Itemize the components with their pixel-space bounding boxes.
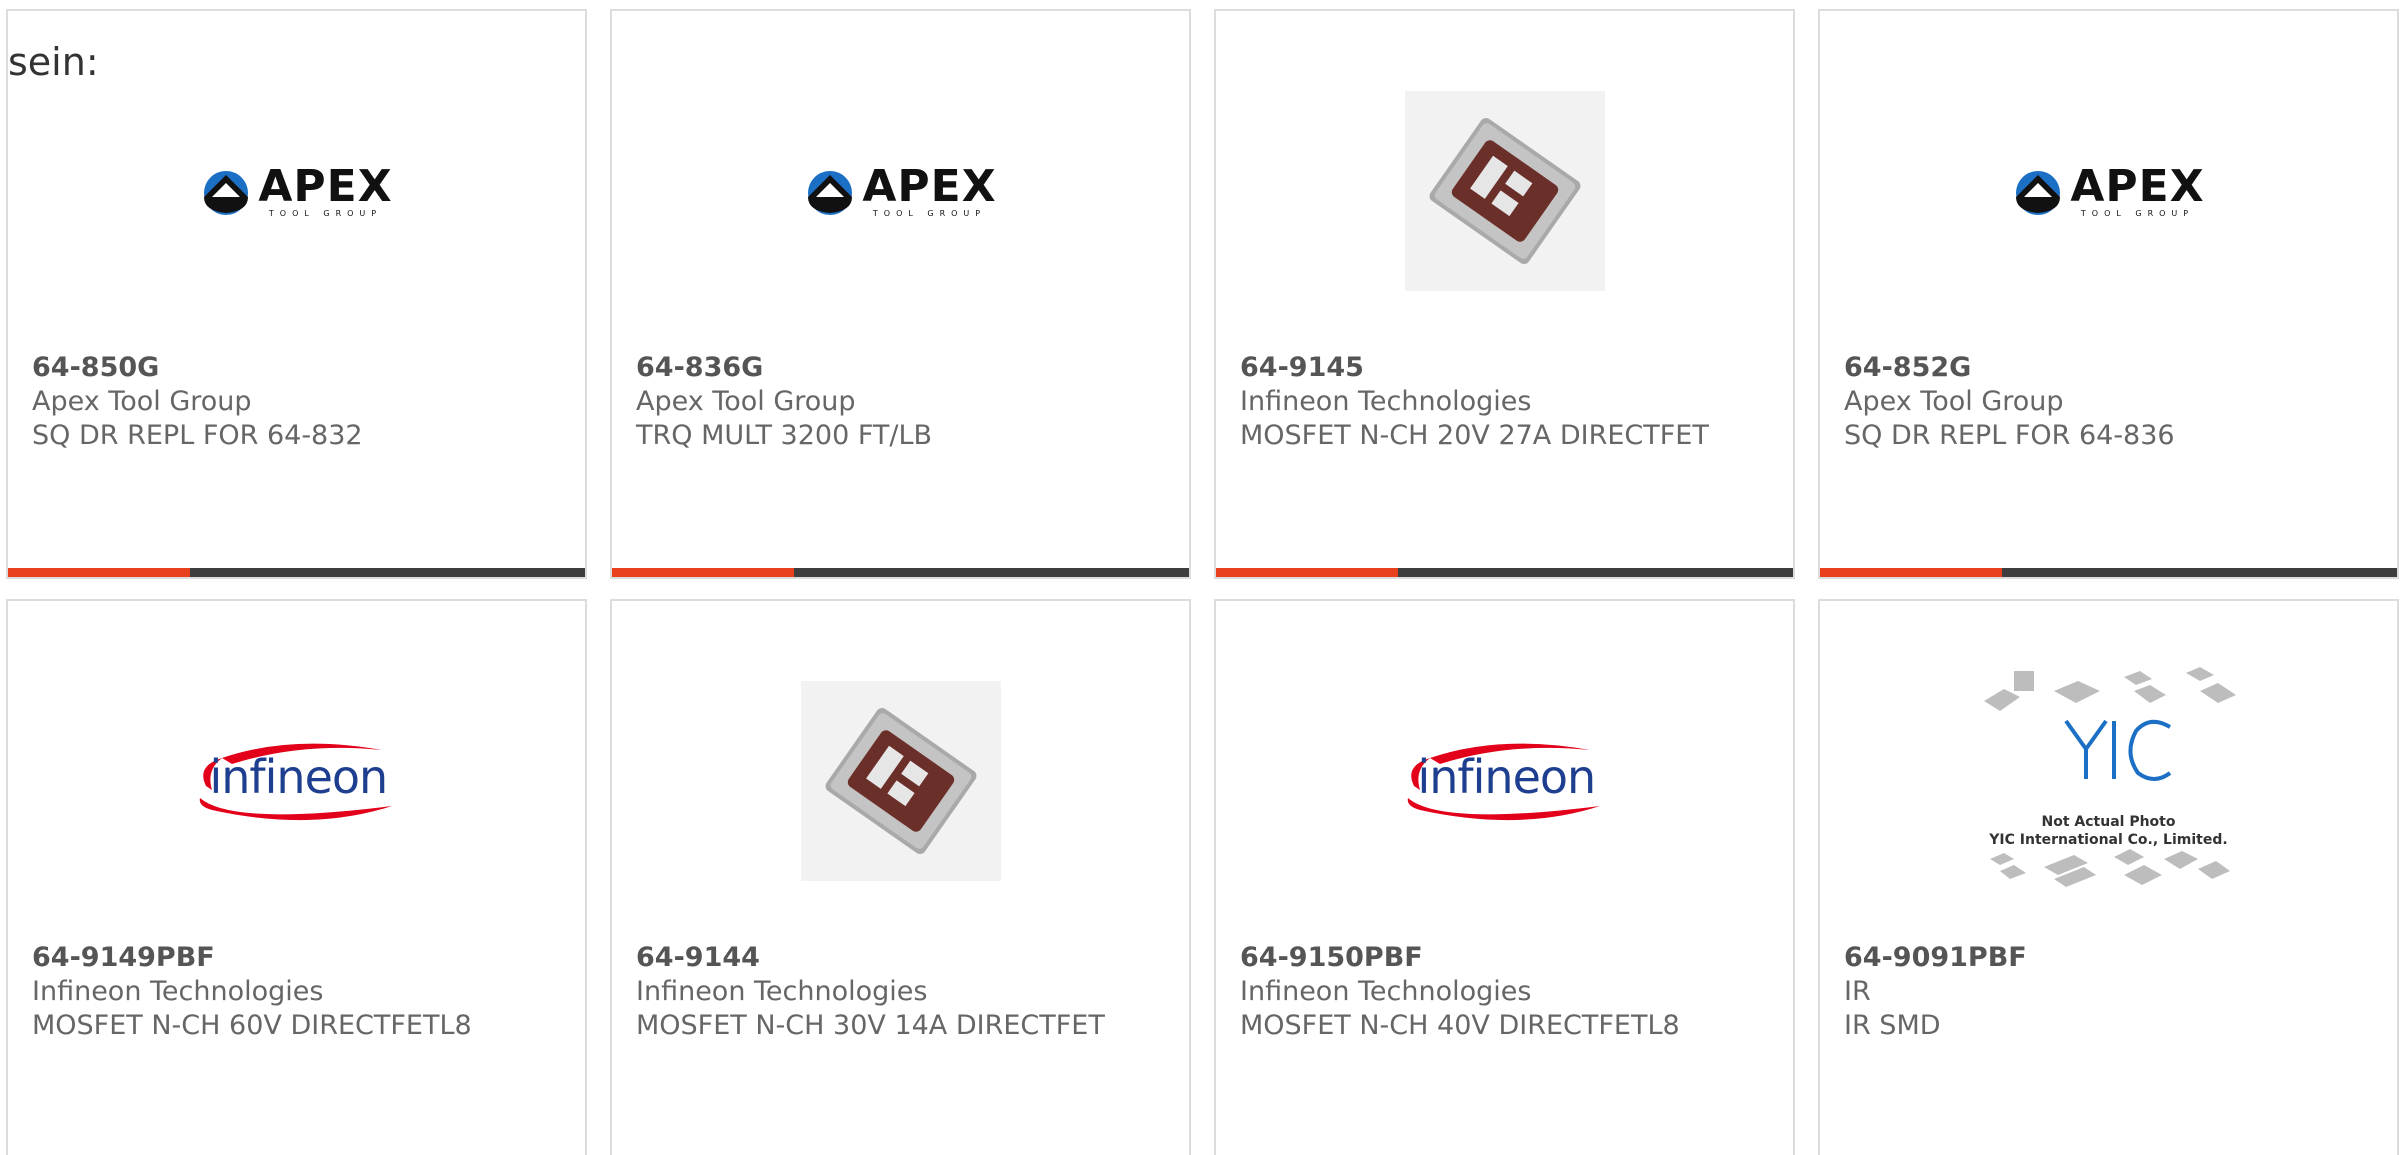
part-number[interactable]: 64-852G [1844, 351, 2373, 385]
manufacturer-name: Infineon Technologies [1240, 976, 1532, 1007]
manufacturer-name: Apex Tool Group [636, 386, 856, 417]
apex-logo-icon: APEX TOOL GROUP [8, 71, 585, 311]
product-description: SQ DR REPL FOR 64-836 [1844, 420, 2175, 451]
apex-logo-icon: APEX TOOL GROUP [1820, 71, 2397, 311]
intro-text: sein: [8, 40, 99, 84]
product-card[interactable]: infineon 64-9149PBF Infineon Technologie… [6, 599, 587, 1155]
product-card[interactable]: infineon 64-9150PBF Infineon Technologie… [1214, 599, 1795, 1155]
yic-caption-line1: Not Actual Photo [2041, 814, 2176, 830]
part-number[interactable]: 64-9145 [1240, 351, 1769, 385]
product-card[interactable]: 64-9144 Infineon Technologies MOSFET N-C… [610, 599, 1191, 1155]
product-description: SQ DR REPL FOR 64-832 [32, 420, 363, 451]
card-bottom-bar [1216, 568, 1793, 577]
chips-collage-icon [1983, 667, 2236, 887]
part-number[interactable]: 64-850G [32, 351, 561, 385]
manufacturer-name: Infineon Technologies [1240, 386, 1532, 417]
yic-caption-line2: YIC International Co., Limited. [1989, 832, 2228, 848]
product-description: MOSFET N-CH 60V DIRECTFETL8 [32, 1010, 472, 1041]
apex-mark-icon [2016, 171, 2061, 215]
infineon-logo-icon: infineon [1216, 661, 1793, 901]
manufacturer-name: Apex Tool Group [32, 386, 252, 417]
apex-mark-icon [808, 171, 853, 215]
infineon-logo-icon: infineon [8, 661, 585, 901]
product-description: MOSFET N-CH 40V DIRECTFETL8 [1240, 1010, 1680, 1041]
directfet-package-icon [612, 661, 1189, 901]
product-description: IR SMD [1844, 1010, 1941, 1041]
part-number[interactable]: 64-9149PBF [32, 941, 561, 975]
directfet-chip-icon [800, 681, 1001, 881]
manufacturer-name: Infineon Technologies [32, 976, 324, 1007]
product-card[interactable]: APEX TOOL GROUP 64-850G Apex Tool Group … [6, 9, 587, 579]
card-bottom-bar [1820, 568, 2397, 577]
apex-logo-icon: APEX TOOL GROUP [612, 71, 1189, 311]
part-number[interactable]: 64-9150PBF [1240, 941, 1769, 975]
product-description: MOSFET N-CH 20V 27A DIRECTFET [1240, 420, 1709, 451]
product-grid-page: sein: APEX TOOL GROUP 64-850G Apex Tool … [0, 0, 2400, 1155]
product-card[interactable]: 64-9145 Infineon Technologies MOSFET N-C… [1214, 9, 1795, 579]
card-bottom-bar [8, 568, 585, 577]
product-card[interactable]: APEX TOOL GROUP 64-852G Apex Tool Group … [1818, 9, 2399, 579]
part-number[interactable]: 64-9144 [636, 941, 1165, 975]
product-description: MOSFET N-CH 30V 14A DIRECTFET [636, 1010, 1105, 1041]
directfet-chip-icon [1404, 91, 1605, 291]
product-card[interactable]: Not Actual Photo YIC International Co., … [1818, 599, 2399, 1155]
directfet-package-icon [1216, 71, 1793, 311]
manufacturer-name: Apex Tool Group [1844, 386, 2064, 417]
manufacturer-name: Infineon Technologies [636, 976, 928, 1007]
apex-mark-icon [204, 171, 249, 215]
product-card[interactable]: APEX TOOL GROUP 64-836G Apex Tool Group … [610, 9, 1191, 579]
manufacturer-name: IR [1844, 976, 1871, 1007]
part-number[interactable]: 64-9091PBF [1844, 941, 2373, 975]
product-description: TRQ MULT 3200 FT/LB [636, 420, 933, 451]
card-bottom-bar [612, 568, 1189, 577]
yic-placeholder-icon: Not Actual Photo YIC International Co., … [1820, 661, 2397, 901]
part-number[interactable]: 64-836G [636, 351, 1165, 385]
